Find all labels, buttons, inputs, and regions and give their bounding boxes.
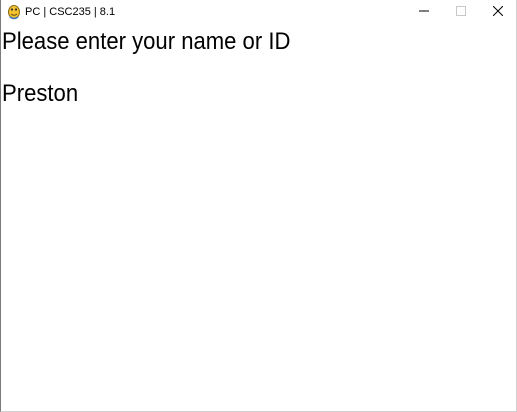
python-snake-icon — [7, 4, 21, 20]
window-controls — [405, 0, 516, 24]
game-canvas[interactable]: Please enter your name or ID Preston — [1, 24, 516, 411]
minimize-button[interactable] — [405, 0, 442, 24]
maximize-icon — [455, 3, 466, 21]
minimize-icon — [418, 3, 429, 21]
window-title: PC | CSC235 | 8.1 — [25, 6, 116, 18]
close-icon — [492, 3, 503, 21]
close-button[interactable] — [479, 0, 516, 24]
title-bar[interactable]: PC | CSC235 | 8.1 — [1, 0, 516, 24]
app-window: PC | CSC235 | 8.1 Please enter your name… — [0, 0, 517, 412]
name-input-text[interactable]: Preston — [2, 80, 78, 108]
maximize-button[interactable] — [442, 0, 479, 24]
name-prompt: Please enter your name or ID — [2, 28, 291, 55]
